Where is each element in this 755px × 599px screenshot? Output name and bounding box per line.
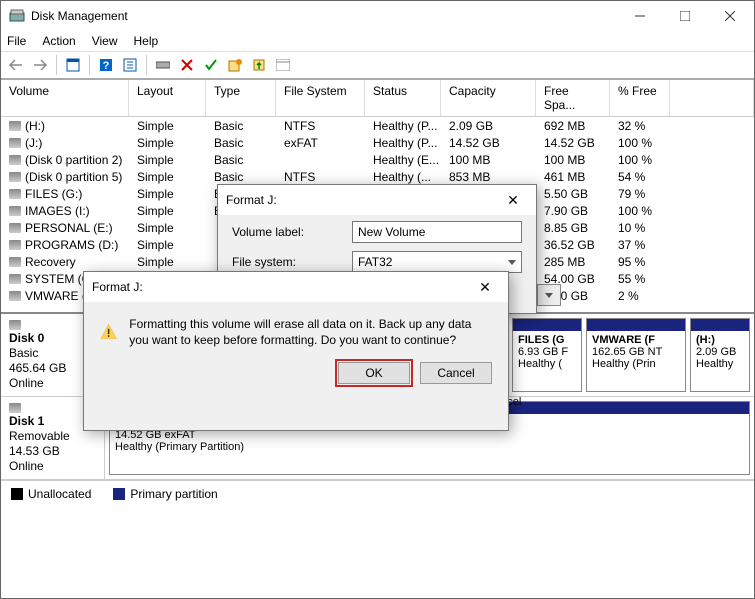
help-icon[interactable]: ? [95,54,117,76]
col-type[interactable]: Type [206,80,276,116]
col-layout[interactable]: Layout [129,80,206,116]
grid-header: Volume Layout Type File System Status Ca… [1,80,754,117]
delete-icon[interactable] [176,54,198,76]
disk-1-type: Removable [9,429,96,443]
maximize-button[interactable] [662,2,707,30]
disk-icon [9,403,21,413]
confirm-dialog-close-icon[interactable]: ✕ [470,279,500,296]
col-filesystem[interactable]: File System [276,80,365,116]
disk-icon[interactable] [152,54,174,76]
new-volume-icon[interactable] [224,54,246,76]
menu-file[interactable]: File [7,34,26,48]
app-icon [9,8,25,24]
disk-1-size: 14.53 GB [9,444,96,458]
view-select-icon[interactable] [62,54,84,76]
properties-icon[interactable] [248,54,270,76]
table-row[interactable]: (Disk 0 partition 2)SimpleBasicHealthy (… [1,151,754,168]
confirm-dialog: Format J: ✕ Formatting this volume will … [83,271,509,431]
legend-unallocated-label: Unallocated [28,487,91,501]
file-system-label: File system: [232,255,352,269]
toolbar: ? [1,51,754,79]
disk-1-status: Online [9,459,96,473]
confirm-message: Formatting this volume will erase all da… [129,316,492,348]
titlebar: Disk Management [1,1,754,31]
format-dialog-title: Format J: [226,193,277,207]
legend-primary-label: Primary partition [130,487,217,501]
col-free[interactable]: Free Spa... [536,80,610,116]
window-title: Disk Management [31,9,617,23]
check-icon[interactable] [200,54,222,76]
file-system-select[interactable]: FAT32 [352,251,522,273]
disk-icon [9,320,21,330]
menubar: File Action View Help [1,31,754,51]
menu-help[interactable]: Help [134,34,159,48]
volume-label-label: Volume label: [232,225,352,239]
legend-unallocated-swatch [11,488,23,500]
partition-vmware[interactable]: VMWARE (F 162.65 GB NT Healthy (Prin [586,318,686,392]
list-icon[interactable] [272,54,294,76]
col-volume[interactable]: Volume [1,80,129,116]
minimize-button[interactable] [617,2,662,30]
cancel-button[interactable]: Cancel [420,362,492,384]
col-status[interactable]: Status [365,80,441,116]
close-button[interactable] [707,2,752,30]
ok-button[interactable]: OK [338,362,410,384]
table-row[interactable]: (Disk 0 partition 5)SimpleBasicNTFSHealt… [1,168,754,185]
confirm-dialog-title: Format J: [92,280,143,294]
svg-text:?: ? [103,60,110,72]
warning-icon [100,316,117,348]
volume-label-input[interactable] [352,221,522,243]
menu-action[interactable]: Action [42,34,75,48]
dropdown-chevron[interactable] [537,284,561,306]
forward-button[interactable] [29,54,51,76]
format-dialog-close-icon[interactable]: ✕ [498,192,528,209]
back-button[interactable] [5,54,27,76]
col-pctfree[interactable]: % Free [610,80,670,116]
col-capacity[interactable]: Capacity [441,80,536,116]
refresh-icon[interactable] [119,54,141,76]
table-row[interactable]: (H:)SimpleBasicNTFSHealthy (P...2.09 GB6… [1,117,754,134]
chevron-down-icon [508,260,516,265]
legend: Unallocated Primary partition [1,480,754,506]
table-row[interactable]: (J:)SimpleBasicexFATHealthy (P...14.52 G… [1,134,754,151]
menu-view[interactable]: View [92,34,118,48]
partition-files[interactable]: FILES (G 6.93 GB F Healthy ( [512,318,582,392]
partition-h[interactable]: (H:) 2.09 GB Healthy [690,318,750,392]
legend-primary-swatch [113,488,125,500]
